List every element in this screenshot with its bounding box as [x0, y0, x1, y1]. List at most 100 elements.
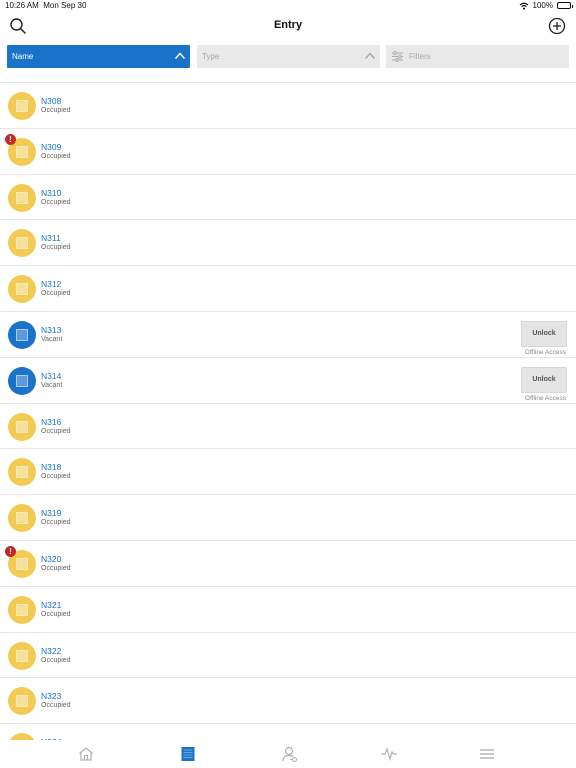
room-status: Occupied	[41, 107, 71, 114]
room-status: Vacant	[41, 335, 63, 343]
name-filter[interactable]: Name	[7, 45, 190, 68]
room-square-icon	[16, 145, 28, 158]
plus-circle-icon[interactable]	[548, 17, 566, 35]
room-status: Occupied	[41, 244, 71, 252]
status-date-text: Mon Sep 30	[43, 1, 87, 10]
battery-icon	[557, 2, 573, 9]
status-time: 10:26 AM Mon Sep 30	[5, 1, 86, 10]
vacant-room-icon	[8, 366, 36, 395]
filter-row: Name Type Filters	[7, 45, 569, 68]
occupied-room-icon	[8, 641, 36, 670]
room-name[interactable]: N309	[41, 142, 61, 152]
occupied-room-icon	[8, 504, 36, 533]
room-name[interactable]: N310	[41, 188, 61, 198]
room-status: Occupied	[41, 290, 71, 298]
entry-list-icon[interactable]	[179, 745, 197, 763]
room-row[interactable]: N322 Occupied	[0, 633, 576, 679]
room-row[interactable]: N308 Occupied	[0, 83, 576, 129]
room-name[interactable]: N308	[41, 96, 61, 106]
status-time-text: 10:26 AM	[5, 1, 39, 10]
room-square-icon	[16, 374, 28, 387]
room-square-icon	[16, 283, 28, 296]
room-square-icon	[16, 191, 28, 204]
room-row[interactable]: N314 Vacant Unlock Offline Access	[0, 358, 576, 404]
room-name[interactable]: N323	[41, 691, 61, 701]
room-status: Occupied	[41, 564, 71, 572]
room-name[interactable]: N311	[41, 233, 61, 243]
type-filter[interactable]: Type	[197, 45, 380, 68]
room-status: Vacant	[41, 381, 63, 389]
room-square-icon	[16, 603, 28, 616]
alert-icon: !	[5, 545, 16, 557]
user-key-icon[interactable]	[281, 745, 299, 763]
room-row[interactable]: N311 Occupied	[0, 220, 576, 267]
room-row[interactable]: N323 Occupied	[0, 678, 576, 725]
room-status: Occupied	[41, 702, 71, 710]
home-icon[interactable]	[77, 745, 95, 763]
room-row[interactable]: N324	[0, 724, 576, 740]
room-row[interactable]: N316 Occupied	[0, 404, 576, 450]
page-title: Entry	[273, 19, 303, 31]
room-row[interactable]: N310 Occupied	[0, 175, 576, 221]
filters-label: Filters	[409, 52, 431, 61]
occupied-room-icon	[8, 412, 36, 441]
room-status: Occupied	[41, 198, 71, 206]
room-square-icon	[16, 328, 28, 341]
menu-icon[interactable]	[478, 745, 496, 763]
room-row[interactable]: N321 Occupied	[0, 587, 576, 633]
occupied-room-icon	[8, 458, 36, 487]
room-square-icon	[16, 237, 28, 250]
room-name[interactable]: N318	[41, 462, 61, 472]
room-row[interactable]: N313 Vacant Unlock Offline Access	[0, 312, 576, 358]
room-name[interactable]: N316	[41, 417, 61, 427]
room-square-icon	[16, 557, 28, 570]
nav-bar: Entry	[0, 12, 576, 42]
unlock-button[interactable]: Unlock	[521, 366, 567, 393]
wifi-icon	[519, 2, 528, 10]
room-row[interactable]: N318 Occupied	[0, 449, 576, 496]
room-row[interactable]: ! N320 Occupied	[0, 541, 576, 587]
unlock-button[interactable]: Unlock	[521, 320, 567, 347]
room-list[interactable]: N308 Occupied! N309 Occupied N310 Occupied N31…	[0, 82, 576, 740]
room-status: Occupied	[41, 610, 71, 618]
type-filter-label: Type	[202, 52, 220, 61]
room-square-icon	[16, 420, 28, 433]
occupied-room-icon	[8, 229, 36, 258]
occupied-room-icon	[8, 733, 36, 740]
room-square-icon	[16, 649, 28, 662]
room-name[interactable]: N321	[41, 600, 61, 610]
status-right: 100%	[519, 1, 573, 10]
tab-bar	[0, 740, 576, 768]
filters-button[interactable]: Filters	[386, 45, 569, 68]
occupied-room-icon	[8, 595, 36, 624]
room-status: Occupied	[41, 656, 71, 664]
chevron-up-icon	[174, 52, 186, 60]
name-filter-label: Name	[12, 52, 34, 61]
battery-percent: 100%	[532, 1, 553, 10]
room-name[interactable]: N314	[41, 371, 61, 381]
status-bar: 10:26 AM Mon Sep 30 100%	[0, 0, 576, 12]
room-name[interactable]: N312	[41, 279, 61, 289]
occupied-room-icon	[8, 92, 36, 120]
alert-icon: !	[5, 133, 16, 145]
room-row[interactable]: N319 Occupied	[0, 495, 576, 541]
room-status: Occupied	[41, 427, 71, 435]
room-status: Occupied	[41, 519, 71, 527]
sliders-icon	[392, 51, 403, 62]
room-row[interactable]: ! N309 Occupied	[0, 129, 576, 175]
occupied-room-icon	[8, 183, 36, 212]
room-name[interactable]: N322	[41, 646, 61, 656]
room-name[interactable]: N320	[41, 554, 61, 564]
offline-access-label: Offline Access	[524, 394, 566, 402]
room-name[interactable]: N319	[41, 508, 61, 518]
occupied-room-icon	[8, 687, 36, 716]
offline-access-label: Offline Access	[524, 348, 566, 356]
room-row[interactable]: N312 Occupied	[0, 266, 576, 312]
chevron-up-icon	[364, 52, 376, 60]
activity-icon[interactable]	[380, 745, 398, 763]
occupied-room-icon	[8, 275, 36, 304]
room-name[interactable]: N313	[41, 325, 61, 335]
room-square-icon	[16, 695, 28, 708]
vacant-room-icon	[8, 320, 36, 349]
room-square-icon	[16, 466, 28, 479]
